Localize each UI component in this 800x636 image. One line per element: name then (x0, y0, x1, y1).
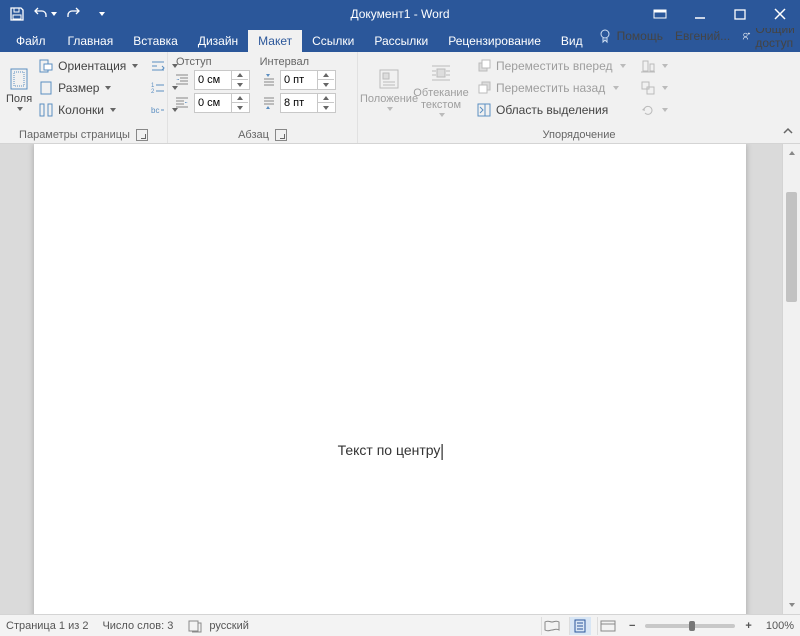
tab-insert[interactable]: Вставка (123, 30, 188, 52)
maximize-button[interactable] (720, 0, 760, 28)
document-text[interactable]: Текст по центру (338, 442, 443, 460)
zoom-in-button[interactable]: + (741, 620, 755, 632)
collapse-ribbon-button[interactable] (780, 123, 796, 139)
wrap-text-label: Обтекание текстом (413, 87, 468, 111)
tab-layout[interactable]: Макет (248, 30, 302, 52)
page-setup-group-label: Параметры страницы (19, 129, 130, 141)
space-after-icon (260, 95, 276, 111)
text-cursor (441, 444, 442, 460)
scroll-up-button[interactable] (783, 144, 800, 162)
save-button[interactable] (4, 2, 30, 26)
selection-pane-button[interactable]: Область выделения (472, 100, 630, 120)
send-backward-button: Переместить назад (472, 78, 630, 98)
indent-right-icon (174, 95, 190, 111)
web-layout-button[interactable] (597, 617, 619, 635)
indent-left-icon (174, 72, 190, 88)
send-backward-label: Переместить назад (496, 81, 605, 95)
tab-mailings[interactable]: Рассылки (364, 30, 438, 52)
space-before-icon (260, 72, 276, 88)
arrange-group-label: Упорядочение (543, 129, 616, 141)
scroll-down-button[interactable] (783, 596, 800, 614)
title-bar: Документ1 - Word (0, 0, 800, 28)
tab-view[interactable]: Вид (551, 30, 593, 52)
size-label: Размер (58, 81, 99, 95)
svg-text:bc: bc (151, 106, 159, 115)
word-count[interactable]: Число слов: 3 (102, 620, 173, 632)
zoom-slider-thumb[interactable] (689, 621, 695, 631)
paragraph-group-label: Абзац (238, 129, 269, 141)
paragraph-dialog-launcher[interactable] (275, 129, 287, 141)
tab-file[interactable]: Файл (4, 30, 58, 52)
orientation-button[interactable]: Ориентация (34, 56, 142, 76)
zoom-slider[interactable] (645, 624, 735, 628)
qat-customize-button[interactable] (88, 2, 114, 26)
wrap-text-button: Обтекание текстом (416, 56, 466, 122)
margins-button[interactable]: Поля (6, 56, 32, 122)
tab-review[interactable]: Рецензирование (438, 30, 551, 52)
redo-button[interactable] (60, 2, 86, 26)
close-button[interactable] (760, 0, 800, 28)
page-setup-dialog-launcher[interactable] (136, 129, 148, 141)
position-button: Положение (364, 56, 414, 122)
language-label: русский (209, 620, 248, 632)
indent-right-input[interactable] (194, 93, 250, 113)
ribbon-options-button[interactable] (640, 0, 680, 28)
vertical-scrollbar[interactable] (782, 144, 800, 614)
scroll-track[interactable] (783, 162, 800, 596)
zoom-level[interactable]: 100% (766, 620, 794, 632)
scroll-thumb[interactable] (786, 192, 797, 302)
page[interactable]: Текст по центру (34, 144, 746, 614)
columns-button[interactable]: Колонки (34, 100, 142, 120)
page-indicator[interactable]: Страница 1 из 2 (6, 620, 88, 632)
tell-me-button[interactable]: Помощь (593, 26, 667, 46)
align-button (638, 56, 670, 76)
position-label: Положение (360, 93, 418, 105)
ribbon-tabs: Файл Главная Вставка Дизайн Макет Ссылки… (0, 28, 800, 52)
status-bar: Страница 1 из 2 Число слов: 3 русский − … (0, 614, 800, 636)
ribbon: Поля Ориентация Размер Колонки (0, 52, 800, 144)
rotate-button (638, 100, 670, 120)
orientation-label: Ориентация (58, 59, 126, 73)
zoom-out-button[interactable]: − (625, 620, 639, 632)
bring-forward-button: Переместить вперед (472, 56, 630, 76)
undo-button[interactable] (32, 2, 58, 26)
read-mode-button[interactable] (541, 617, 563, 635)
tab-design[interactable]: Дизайн (188, 30, 248, 52)
tab-home[interactable]: Главная (58, 30, 124, 52)
window-title: Документ1 - Word (350, 7, 449, 21)
user-account[interactable]: Евгений... (671, 27, 734, 45)
language-indicator[interactable]: русский (187, 618, 248, 634)
indent-header: Отступ (176, 56, 212, 68)
size-button[interactable]: Размер (34, 78, 142, 98)
tell-me-label: Помощь (617, 29, 663, 43)
tab-references[interactable]: Ссылки (302, 30, 364, 52)
space-before-input[interactable] (280, 70, 336, 90)
minimize-button[interactable] (680, 0, 720, 28)
margins-label: Поля (6, 93, 32, 105)
spacing-header: Интервал (260, 56, 309, 68)
bring-forward-label: Переместить вперед (496, 59, 612, 73)
print-layout-button[interactable] (569, 617, 591, 635)
indent-left-input[interactable] (194, 70, 250, 90)
svg-text:2: 2 (151, 89, 155, 95)
selection-pane-label: Область выделения (496, 103, 608, 117)
document-area: Текст по центру (0, 144, 800, 614)
group-button (638, 78, 670, 98)
space-after-input[interactable] (280, 93, 336, 113)
columns-label: Колонки (58, 103, 104, 117)
